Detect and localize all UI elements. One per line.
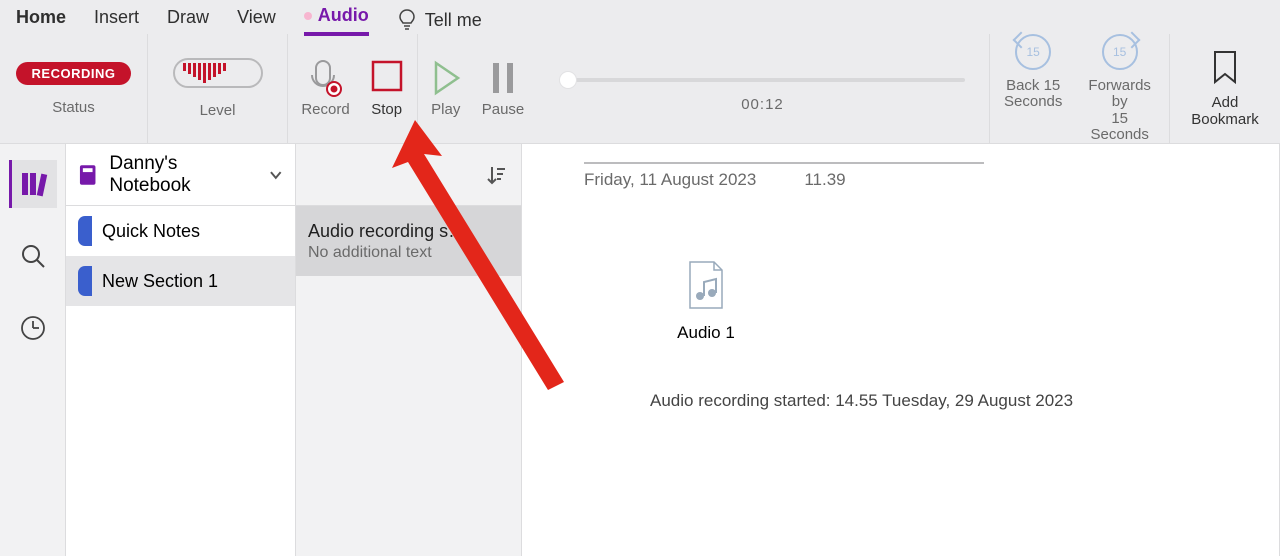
- tell-me-search[interactable]: Tell me: [397, 8, 482, 32]
- level-label: Level: [200, 102, 236, 119]
- stop-icon: [370, 59, 404, 97]
- play-pause-group: Play Pause: [418, 34, 536, 143]
- back-15-icon: 15: [1015, 34, 1051, 70]
- add-bookmark-button[interactable]: AddBookmark: [1191, 49, 1259, 128]
- pause-icon: [489, 59, 517, 97]
- pages-header: [296, 144, 521, 206]
- lightbulb-icon: [397, 8, 417, 32]
- tab-audio[interactable]: Audio: [304, 5, 369, 36]
- section-tab-icon: [78, 216, 92, 246]
- recording-started-text: Audio recording started: 14.55 Tuesday, …: [650, 391, 1231, 411]
- audio-ribbon: RECORDING Status Level Record: [0, 34, 1280, 144]
- pages-column: Audio recording s… No additional text: [296, 144, 522, 556]
- notebook-icon: [78, 163, 99, 187]
- search-rail-button[interactable]: [9, 232, 57, 280]
- recording-status-badge: RECORDING: [16, 62, 132, 85]
- section-quick-notes[interactable]: Quick Notes: [66, 206, 295, 256]
- page-audio-recording[interactable]: Audio recording s… No additional text: [296, 206, 521, 276]
- playback-time: 00:12: [741, 96, 784, 113]
- left-rail: [0, 144, 66, 556]
- notebooks-icon: [20, 170, 48, 198]
- record-button[interactable]: Record: [301, 59, 349, 118]
- play-button[interactable]: Play: [430, 59, 462, 118]
- panels: Danny's Notebook Quick Notes New Section…: [66, 144, 1280, 556]
- playback-slider[interactable]: [560, 78, 965, 82]
- pause-button[interactable]: Pause: [482, 59, 525, 118]
- section-label: Quick Notes: [102, 221, 200, 242]
- back-15-button[interactable]: 15 Back 15Seconds: [1004, 34, 1062, 144]
- recording-dot-icon: [304, 12, 312, 20]
- status-label: Status: [52, 99, 95, 116]
- status-group: RECORDING Status: [0, 34, 148, 143]
- note-title-underline: [584, 162, 984, 164]
- audio-attachment[interactable]: Audio 1: [666, 260, 746, 343]
- level-meter: [173, 58, 263, 88]
- note-time: 11.39: [804, 170, 845, 190]
- section-label: New Section 1: [102, 271, 218, 292]
- playback-thumb[interactable]: [559, 71, 577, 89]
- seek-group: 15 Back 15Seconds 15 Forwards by15 Secon…: [990, 34, 1170, 143]
- play-icon: [430, 59, 462, 97]
- playback-timeline-group: 00:12: [536, 34, 990, 143]
- sections-column: Danny's Notebook Quick Notes New Section…: [66, 144, 296, 556]
- forward-15-button[interactable]: 15 Forwards by15 Seconds: [1084, 34, 1155, 144]
- tab-home[interactable]: Home: [16, 7, 66, 34]
- record-icon: [309, 59, 343, 97]
- note-canvas[interactable]: Friday, 11 August 2023 11.39 Audio 1 Aud…: [522, 144, 1280, 556]
- page-subtitle: No additional text: [308, 244, 432, 262]
- search-icon: [20, 243, 46, 269]
- notebooks-rail-button[interactable]: [9, 160, 57, 208]
- main-area: Danny's Notebook Quick Notes New Section…: [0, 144, 1280, 556]
- audio-filename: Audio 1: [666, 323, 746, 343]
- bookmark-group: AddBookmark: [1170, 34, 1280, 143]
- stop-button[interactable]: Stop: [370, 59, 404, 118]
- tab-view[interactable]: View: [237, 7, 276, 34]
- note-date: Friday, 11 August 2023: [584, 170, 756, 190]
- level-bars-icon: [183, 63, 226, 83]
- tab-draw[interactable]: Draw: [167, 7, 209, 34]
- bookmark-icon: [1210, 49, 1240, 87]
- level-group: Level: [148, 34, 288, 143]
- recent-rail-button[interactable]: [9, 304, 57, 352]
- notebook-name: Danny's Notebook: [109, 153, 259, 197]
- page-title: Audio recording s…: [308, 221, 509, 242]
- clock-icon: [20, 315, 46, 341]
- chevron-down-icon: [269, 168, 283, 182]
- tab-insert[interactable]: Insert: [94, 7, 139, 34]
- ribbon-tabs: Home Insert Draw View Audio Tell me: [0, 0, 1280, 34]
- audio-file-icon: [686, 260, 726, 310]
- notebook-selector[interactable]: Danny's Notebook: [66, 144, 295, 206]
- section-new-section-1[interactable]: New Section 1: [66, 256, 295, 306]
- record-stop-group: Record Stop: [288, 34, 418, 143]
- forward-15-icon: 15: [1102, 34, 1138, 70]
- section-tab-icon: [78, 266, 92, 296]
- sort-icon[interactable]: [485, 164, 507, 186]
